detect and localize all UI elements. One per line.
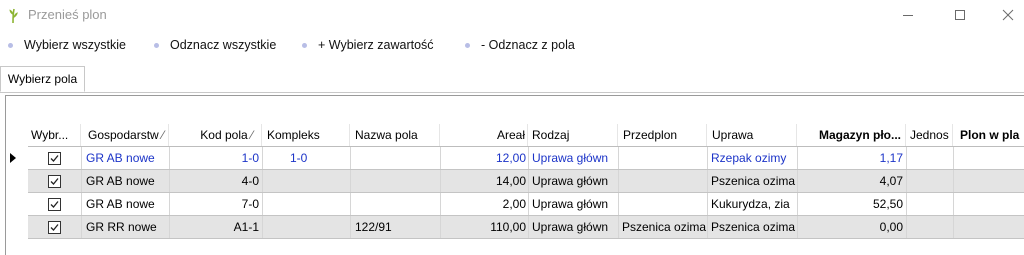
cell-previous-crop[interactable] — [619, 170, 708, 192]
cell-unit[interactable] — [907, 170, 954, 192]
cell-field-code[interactable]: 7-0 — [170, 193, 263, 215]
column-header-field-name[interactable]: Nazwa pola — [351, 124, 440, 146]
close-button[interactable] — [985, 0, 1024, 30]
column-header-field-code-label: Kod pola — [200, 128, 248, 142]
deselect-all-button[interactable]: Odznacz wszystkie — [170, 38, 276, 52]
column-header-complex[interactable]: Kompleks — [263, 124, 350, 146]
cell-field-name[interactable] — [351, 147, 441, 169]
cell-unit[interactable] — [907, 193, 954, 215]
cell-storage[interactable]: 1,17 — [798, 147, 907, 169]
cell-area[interactable]: 12,00 — [441, 147, 529, 169]
cell-yield[interactable] — [954, 216, 1024, 238]
cell-complex[interactable]: 1-0 — [263, 147, 351, 169]
column-header-type[interactable]: Rodzaj — [529, 124, 618, 146]
cell-crop[interactable]: Pszenica ozima — [708, 170, 798, 192]
cell-previous-crop[interactable] — [619, 193, 708, 215]
cell-crop[interactable]: Kukurydza, zia — [708, 193, 798, 215]
cell-field-name[interactable] — [351, 193, 441, 215]
cell-farm[interactable]: GR AB nowe — [82, 170, 170, 192]
title-bar: Przenieś plon — [0, 0, 1024, 30]
row-select-checkbox[interactable] — [48, 175, 61, 188]
current-row-indicator-icon — [10, 153, 16, 163]
row-select-checkbox[interactable] — [48, 152, 61, 165]
cell-type[interactable]: Uprawa główn — [529, 193, 619, 215]
tab-select-fields[interactable]: Wybierz pola — [0, 66, 85, 92]
sort-icon: ⁄ — [158, 128, 165, 142]
checkmark-icon — [50, 224, 59, 231]
cell-complex[interactable] — [263, 216, 351, 238]
select-all-button[interactable]: Wybierz wszystkie — [24, 38, 126, 52]
cell-unit[interactable] — [907, 147, 954, 169]
cell-type[interactable]: Uprawa główn — [529, 170, 619, 192]
column-header-storage[interactable]: Magazyn pło... — [798, 124, 906, 146]
cell-field-code[interactable]: 4-0 — [170, 170, 263, 192]
minimize-button[interactable] — [885, 0, 931, 30]
cell-area[interactable]: 110,00 — [441, 216, 529, 238]
maximize-button[interactable] — [937, 0, 983, 30]
cell-complex[interactable] — [263, 170, 351, 192]
maximize-icon — [955, 10, 965, 20]
close-icon — [1002, 9, 1014, 21]
sort-icon: ⁄ — [247, 128, 253, 142]
cell-unit[interactable] — [907, 216, 954, 238]
cell-farm[interactable]: GR AB nowe — [82, 147, 170, 169]
column-header-farm-label: Gospodarstw — [88, 128, 159, 142]
bullet-icon — [8, 43, 13, 48]
bullet-icon — [302, 43, 307, 48]
cell-storage[interactable]: 0,00 — [798, 216, 907, 238]
cell-crop[interactable]: Pszenica ozima — [708, 216, 798, 238]
minimize-icon — [903, 15, 913, 16]
cell-yield[interactable] — [954, 170, 1024, 192]
bullet-icon — [465, 43, 470, 48]
column-header-yield[interactable]: Plon w pla — [954, 124, 1024, 146]
select-content-button[interactable]: + Wybierz zawartość — [318, 38, 434, 52]
column-header-farm[interactable]: Gospodarstw ⁄ — [82, 124, 169, 146]
cell-field-name[interactable]: 122/91 — [351, 216, 441, 238]
column-header-area[interactable]: Areał — [441, 124, 528, 146]
deselect-from-field-button[interactable]: - Odznacz z pola — [481, 38, 575, 52]
cell-field-code[interactable]: 1-0 — [170, 147, 263, 169]
checkmark-icon — [50, 178, 59, 185]
cell-storage[interactable]: 4,07 — [798, 170, 907, 192]
window-title: Przenieś plon — [28, 7, 107, 22]
cell-area[interactable]: 14,00 — [441, 170, 529, 192]
cell-crop[interactable]: Rzepak ozimy — [708, 147, 798, 169]
checkmark-icon — [50, 201, 59, 208]
checkmark-icon — [50, 155, 59, 162]
column-header-previous-crop[interactable]: Przedplon — [619, 124, 707, 146]
column-header-crop[interactable]: Uprawa — [708, 124, 797, 146]
cell-storage[interactable]: 52,50 — [798, 193, 907, 215]
cell-previous-crop[interactable]: Pszenica ozima — [619, 216, 708, 238]
column-header-unit[interactable]: Jednos — [907, 124, 953, 146]
cell-previous-crop[interactable] — [619, 147, 708, 169]
column-header-selected[interactable]: Wybr... — [28, 124, 81, 146]
cell-type[interactable]: Uprawa główn — [529, 216, 619, 238]
row-divider — [28, 238, 1024, 239]
cell-field-code[interactable]: A1-1 — [170, 216, 263, 238]
cell-farm[interactable]: GR AB nowe — [82, 193, 170, 215]
cell-complex[interactable] — [263, 193, 351, 215]
toolbar: Wybierz wszystkie Odznacz wszystkie + Wy… — [0, 34, 1024, 58]
cell-yield[interactable] — [954, 193, 1024, 215]
cell-farm[interactable]: GR RR nowe — [82, 216, 170, 238]
cell-area[interactable]: 2,00 — [441, 193, 529, 215]
bullet-icon — [154, 43, 159, 48]
tab-strip: Wybierz pola — [0, 62, 1024, 93]
cell-field-name[interactable] — [351, 170, 441, 192]
row-select-checkbox[interactable] — [48, 198, 61, 211]
row-select-checkbox[interactable] — [48, 221, 61, 234]
cell-yield[interactable] — [954, 147, 1024, 169]
column-header-field-code[interactable]: Kod pola ⁄ — [170, 124, 262, 146]
wheat-icon — [9, 8, 18, 24]
cell-type[interactable]: Uprawa główn — [529, 147, 619, 169]
